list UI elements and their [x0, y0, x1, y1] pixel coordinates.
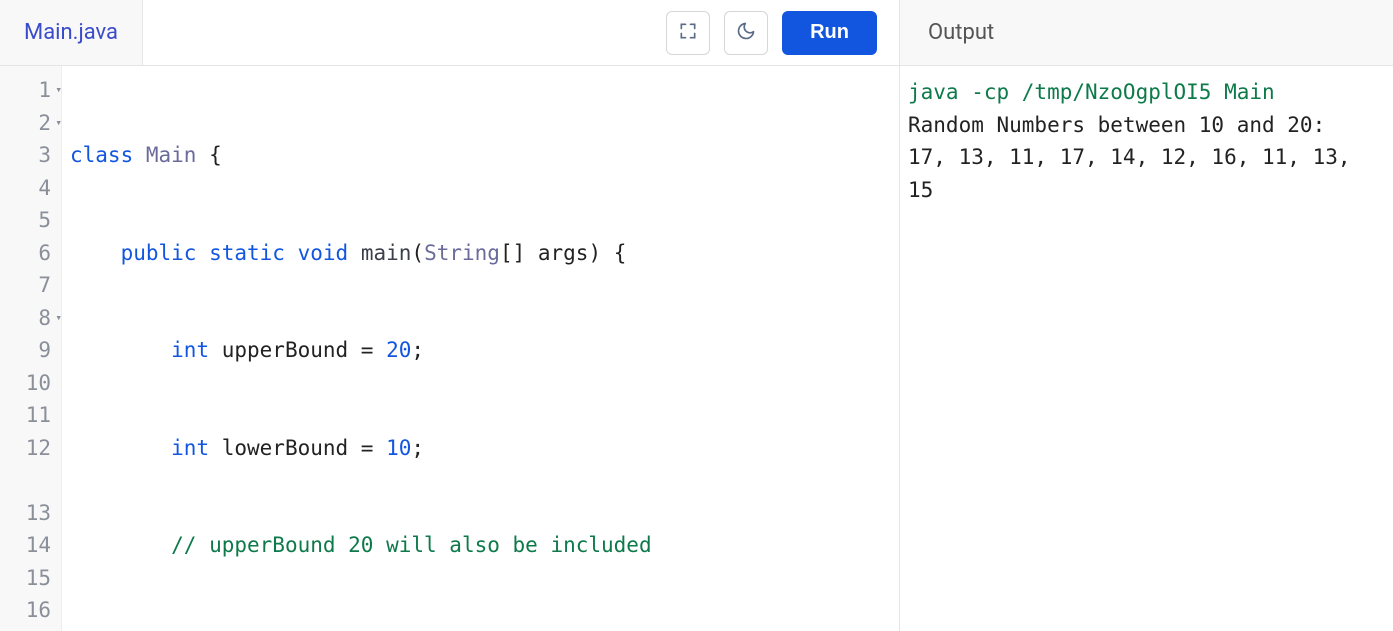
- fullscreen-icon: [678, 21, 698, 44]
- output-console[interactable]: java -cp /tmp/NzoOgplOI5 Main Random Num…: [900, 66, 1393, 631]
- output-line: Random Numbers between 10 and 20:: [908, 113, 1325, 137]
- run-button-label: Run: [810, 21, 849, 43]
- line-number: 14: [0, 529, 61, 562]
- line-number-gutter: 1▾2▾345678▾910111213141516: [0, 66, 62, 631]
- output-header-label: Output: [928, 20, 994, 45]
- line-number: 16: [0, 594, 61, 627]
- output-command: java -cp /tmp/NzoOgplOI5 Main: [908, 80, 1275, 104]
- line-number: 3: [0, 139, 61, 172]
- fold-icon[interactable]: ▾: [55, 107, 62, 140]
- file-tab[interactable]: Main.java: [0, 0, 143, 65]
- output-header: Output: [900, 0, 1393, 66]
- line-number: 11: [0, 399, 61, 432]
- line-number: 2▾: [0, 107, 61, 140]
- line-number: 5: [0, 204, 61, 237]
- fold-icon[interactable]: ▾: [55, 74, 62, 107]
- line-number: 8▾: [0, 302, 61, 335]
- line-number: 4: [0, 172, 61, 205]
- file-tab-label: Main.java: [24, 20, 118, 45]
- theme-toggle-button[interactable]: [724, 11, 768, 55]
- run-button[interactable]: Run: [782, 11, 877, 55]
- output-pane: Output java -cp /tmp/NzoOgplOI5 Main Ran…: [900, 0, 1393, 631]
- moon-icon: [736, 21, 756, 44]
- output-line: 17, 13, 11, 17, 14, 12, 16, 11, 13, 15: [908, 145, 1363, 202]
- fold-icon[interactable]: ▾: [55, 302, 62, 335]
- line-number: 9: [0, 334, 61, 367]
- code-area[interactable]: class Main { public static void main(Str…: [62, 66, 899, 631]
- line-number: 7: [0, 269, 61, 302]
- line-number: 6: [0, 237, 61, 270]
- fullscreen-button[interactable]: [666, 11, 710, 55]
- line-number: 10: [0, 367, 61, 400]
- toolbar-actions: Run: [143, 0, 899, 65]
- editor-pane: Main.java Run 1▾2▾345678▾910111213141516…: [0, 0, 900, 631]
- code-editor[interactable]: 1▾2▾345678▾910111213141516 class Main { …: [0, 66, 899, 631]
- line-number: 12: [0, 432, 61, 497]
- line-number: 13: [0, 497, 61, 530]
- line-number: 1▾: [0, 74, 61, 107]
- editor-toolbar: Main.java Run: [0, 0, 899, 66]
- line-number: 15: [0, 562, 61, 595]
